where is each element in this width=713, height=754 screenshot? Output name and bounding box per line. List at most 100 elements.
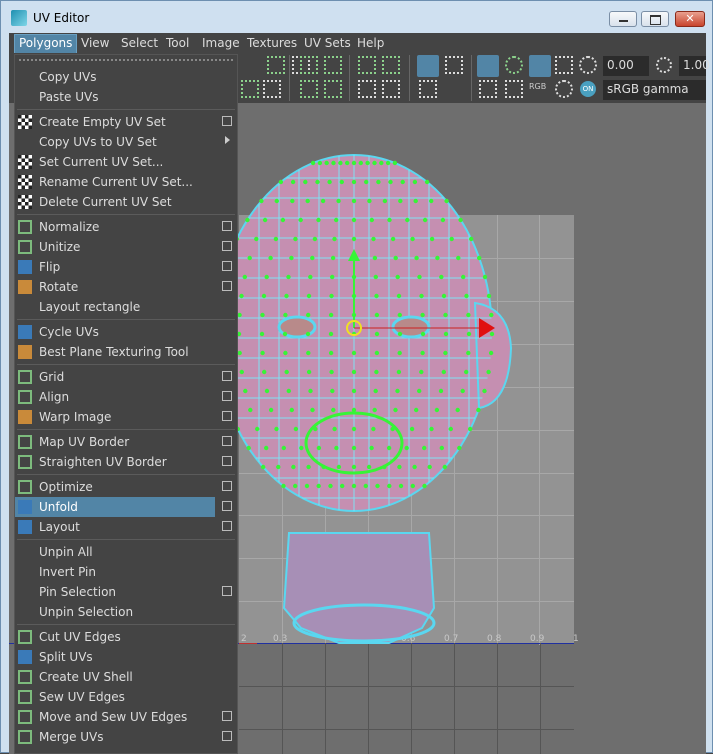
menu-item-create-uv-shell[interactable]: Create UV Shell (15, 667, 237, 687)
uv-point[interactable] (410, 236, 415, 242)
uv-point[interactable] (392, 160, 398, 166)
uv-point[interactable] (486, 293, 492, 299)
uv-point[interactable] (438, 388, 444, 394)
uv-point[interactable] (259, 331, 265, 337)
uv-point[interactable] (351, 350, 357, 356)
uv-point[interactable] (274, 198, 279, 204)
uv-point[interactable] (331, 160, 336, 166)
uv-point[interactable] (247, 255, 252, 261)
snap-pixels-icon[interactable] (505, 56, 523, 74)
uv-point[interactable] (268, 407, 274, 413)
uv-point[interactable] (419, 293, 424, 299)
uv-point[interactable] (268, 255, 273, 261)
uv-point[interactable] (351, 198, 357, 204)
uv-point[interactable] (369, 445, 374, 451)
uv-point[interactable] (338, 160, 343, 166)
uv-point[interactable] (284, 369, 289, 375)
uv-point[interactable] (315, 179, 320, 185)
uv-point[interactable] (443, 350, 448, 356)
uv-point[interactable] (239, 369, 244, 375)
menu-item-unfold[interactable]: Unfold (15, 497, 232, 517)
uv-point[interactable] (486, 369, 491, 375)
uv-point[interactable] (330, 255, 336, 261)
uv-point[interactable] (328, 312, 334, 318)
menu-item-optimize[interactable]: Optimize (15, 477, 237, 497)
uv-point[interactable] (303, 179, 308, 185)
uv-point[interactable] (489, 312, 494, 318)
uv-point[interactable] (293, 483, 298, 489)
uv-point[interactable] (321, 464, 326, 470)
uv-point[interactable] (390, 426, 395, 432)
uv-point[interactable] (281, 483, 286, 489)
uv-point[interactable] (351, 217, 357, 223)
option-box-icon[interactable] (222, 261, 232, 271)
uv-point[interactable] (312, 236, 318, 242)
uv-point[interactable] (281, 445, 286, 451)
uv-point[interactable] (286, 388, 291, 394)
align-right-icon[interactable] (324, 56, 342, 74)
uv-point[interactable] (429, 426, 434, 432)
option-box-icon[interactable] (222, 501, 232, 511)
uv-point[interactable] (248, 407, 253, 413)
uv-point[interactable] (393, 255, 398, 261)
uv-point[interactable] (282, 331, 288, 337)
uv-point[interactable] (254, 236, 259, 242)
uv-point[interactable] (439, 274, 444, 280)
uv-point[interactable] (290, 198, 295, 204)
uv-point[interactable] (466, 312, 471, 318)
menu-image[interactable]: Image (202, 36, 240, 50)
uv-point[interactable] (386, 445, 392, 451)
uv-point[interactable] (457, 445, 462, 451)
uv-point[interactable] (351, 407, 357, 413)
image-display-icon[interactable] (417, 55, 439, 77)
uv-point[interactable] (385, 160, 391, 166)
uv-point[interactable] (417, 388, 422, 394)
menu-view[interactable]: View (81, 36, 109, 50)
uv-point[interactable] (299, 445, 304, 451)
uv-point[interactable] (373, 274, 378, 280)
uv-point[interactable] (358, 160, 363, 166)
uv-point[interactable] (324, 160, 329, 166)
uv-point[interactable] (310, 255, 315, 261)
uv-point[interactable] (365, 160, 370, 166)
uv-point[interactable] (351, 388, 357, 394)
menu-item-pin-selection[interactable]: Pin Selection (15, 582, 237, 602)
menu-textures[interactable]: Textures (247, 36, 297, 50)
uv-point[interactable] (345, 160, 350, 166)
exposure-icon[interactable] (579, 56, 597, 74)
uv-point[interactable] (351, 483, 357, 489)
minimize-button[interactable] (609, 11, 637, 27)
uv-point[interactable] (364, 179, 369, 185)
uv-point[interactable] (330, 274, 335, 280)
uv-point[interactable] (374, 312, 380, 318)
uv-point[interactable] (330, 388, 335, 394)
shaded-uv-icon[interactable] (445, 56, 463, 74)
uv-point[interactable] (351, 236, 357, 242)
option-box-icon[interactable] (222, 391, 232, 401)
uv-point[interactable] (351, 369, 357, 375)
uv-point[interactable] (283, 312, 288, 318)
uv-point[interactable] (278, 179, 284, 185)
uv-point[interactable] (329, 293, 334, 299)
uv-point[interactable] (476, 407, 481, 413)
uv-point[interactable] (237, 350, 242, 356)
menu-item-grid[interactable]: Grid (15, 367, 237, 387)
menu-uv-sets[interactable]: UV Sets (304, 36, 351, 50)
uv-point[interactable] (398, 198, 403, 204)
menu-item-delete-current-uv-set[interactable]: Delete Current UV Set (15, 192, 237, 212)
uv-point[interactable] (466, 350, 471, 356)
option-box-icon[interactable] (222, 411, 232, 421)
uv-point[interactable] (489, 331, 495, 337)
menu-item-create-empty-uv-set[interactable]: Create Empty UV Set (15, 112, 237, 132)
uv-point[interactable] (422, 483, 427, 489)
menu-item-rename-current-uv-set[interactable]: Rename Current UV Set... (15, 172, 237, 192)
menu-item-map-uv-border[interactable]: Map UV Border (15, 432, 237, 452)
align-top-icon[interactable] (324, 80, 342, 98)
uv-point[interactable] (375, 483, 380, 489)
close-button[interactable]: ✕ (675, 11, 705, 27)
menu-item-flip[interactable]: Flip (15, 257, 237, 277)
uv-point[interactable] (466, 331, 472, 337)
uv-point[interactable] (390, 236, 396, 242)
dim-image-icon[interactable] (419, 80, 437, 98)
option-box-icon[interactable] (222, 371, 232, 381)
